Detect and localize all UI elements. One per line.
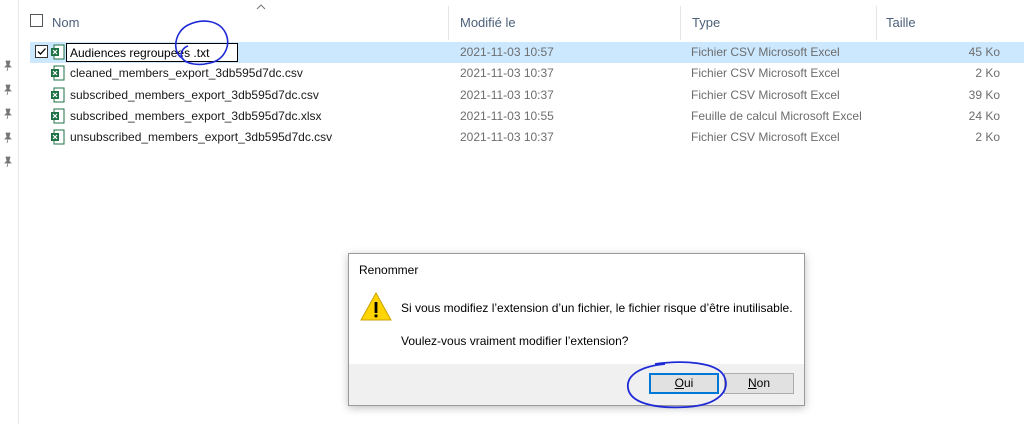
file-size: 2 Ko — [975, 130, 1000, 144]
column-header-modified[interactable]: Modifié le — [460, 15, 516, 30]
file-modified: 2021-11-03 10:37 — [460, 88, 554, 102]
excel-file-icon — [51, 108, 65, 124]
dialog-title: Renommer — [359, 263, 419, 277]
file-row[interactable]: cleaned_members_export_3db595d7dc.csv 20… — [30, 63, 1024, 84]
rename-dialog: Renommer Si vous modifiez l’extension d’… — [348, 253, 805, 406]
select-all-checkbox[interactable] — [30, 14, 43, 27]
file-name[interactable]: subscribed_members_export_3db595d7dc.csv — [70, 88, 319, 102]
yes-button[interactable]: Oui — [649, 373, 719, 394]
dialog-body — [349, 284, 804, 364]
column-divider[interactable] — [876, 6, 877, 40]
file-row[interactable]: subscribed_members_export_3db595d7dc.csv… — [30, 85, 1024, 106]
file-row[interactable]: subscribed_members_export_3db595d7dc.xls… — [30, 106, 1024, 127]
quick-access-rail — [0, 0, 16, 424]
file-type: Fichier CSV Microsoft Excel — [691, 45, 840, 59]
no-label: on — [756, 376, 771, 390]
row-checkbox[interactable] — [35, 45, 48, 58]
rename-input[interactable] — [70, 45, 230, 60]
excel-file-icon — [51, 44, 65, 60]
file-name[interactable]: subscribed_members_export_3db595d7dc.xls… — [70, 109, 321, 123]
column-header-type[interactable]: Type — [692, 15, 720, 30]
file-type: Fichier CSV Microsoft Excel — [691, 88, 840, 102]
file-name[interactable]: unsubscribed_members_export_3db595d7dc.c… — [70, 130, 332, 144]
file-size: 2 Ko — [975, 66, 1000, 80]
file-row[interactable]: unsubscribed_members_export_3db595d7dc.c… — [30, 127, 1024, 148]
checkmark-icon — [37, 48, 46, 55]
file-modified: 2021-11-03 10:37 — [460, 66, 554, 80]
dialog-message: Si vous modifiez l’extension d’un fichie… — [401, 301, 793, 315]
file-size: 39 Ko — [968, 88, 1000, 102]
excel-file-icon — [51, 87, 65, 103]
excel-file-icon — [51, 129, 65, 145]
file-type: Feuille de calcul Microsoft Excel — [691, 109, 862, 123]
pin-icon[interactable] — [2, 60, 14, 72]
sort-ascending-icon — [256, 4, 266, 10]
yes-mnemonic: O — [674, 376, 684, 390]
column-header-row: Nom Modifié le Type Taille — [20, 0, 1010, 44]
file-type: Fichier CSV Microsoft Excel — [691, 130, 840, 144]
file-type: Fichier CSV Microsoft Excel — [691, 66, 840, 80]
excel-file-icon — [51, 65, 65, 81]
file-row[interactable]: 2021-11-03 10:57 Fichier CSV Microsoft E… — [30, 42, 1024, 63]
pin-icon[interactable] — [2, 132, 14, 144]
file-size: 24 Ko — [968, 109, 1000, 123]
pin-icon[interactable] — [2, 84, 14, 96]
pin-icon[interactable] — [2, 156, 14, 168]
no-button[interactable]: Non — [724, 373, 794, 394]
yes-label: ui — [684, 376, 694, 390]
pane-divider — [18, 0, 19, 424]
dialog-title-bar[interactable]: Renommer — [349, 254, 804, 284]
pin-icon[interactable] — [2, 108, 14, 120]
file-modified: 2021-11-03 10:57 — [460, 45, 554, 59]
warning-icon — [360, 292, 392, 321]
file-size: 45 Ko — [968, 45, 1000, 59]
column-header-size[interactable]: Taille — [886, 15, 916, 30]
no-mnemonic: N — [747, 376, 757, 390]
column-divider[interactable] — [680, 6, 681, 40]
column-divider[interactable] — [448, 6, 449, 40]
file-name[interactable]: cleaned_members_export_3db595d7dc.csv — [70, 66, 303, 80]
file-modified: 2021-11-03 10:37 — [460, 130, 554, 144]
file-modified: 2021-11-03 10:55 — [460, 109, 554, 123]
dialog-question: Voulez-vous vraiment modifier l’extensio… — [401, 334, 629, 348]
column-header-name[interactable]: Nom — [52, 15, 79, 30]
rename-field[interactable] — [66, 43, 238, 62]
